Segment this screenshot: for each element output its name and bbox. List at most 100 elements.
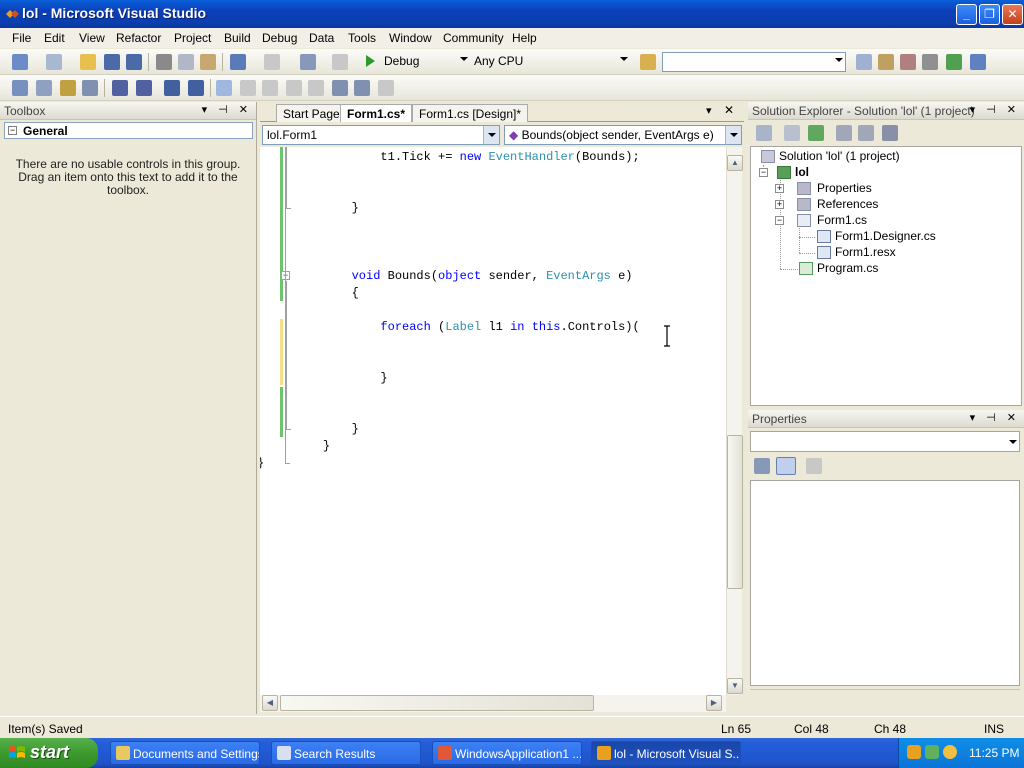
- properties-icon[interactable]: [756, 125, 772, 141]
- close-document-icon[interactable]: ✕: [724, 103, 734, 117]
- menu-file[interactable]: File: [12, 28, 31, 45]
- object-selector-dropdown[interactable]: [750, 431, 1020, 452]
- solution-explorer-icon[interactable]: [856, 54, 872, 70]
- collapse-icon[interactable]: −: [775, 216, 784, 225]
- alphabetical-icon[interactable]: [776, 457, 796, 475]
- cut-icon[interactable]: [156, 54, 172, 70]
- active-files-dropdown-icon[interactable]: ▾: [706, 104, 712, 117]
- code-line-text: foreach (Label l1 in this.Controls)(: [380, 320, 640, 334]
- redo-icon[interactable]: [264, 54, 280, 70]
- new-project-icon[interactable]: [12, 54, 28, 70]
- previous-bookmark-icon[interactable]: [240, 80, 256, 96]
- close-button[interactable]: ✕: [1002, 4, 1023, 25]
- tray-network-icon[interactable]: [925, 745, 939, 759]
- object-browser-icon[interactable]: [900, 54, 916, 70]
- solution-explorer-header-buttons[interactable]: ▾ ⊣ ✕: [970, 103, 1020, 116]
- quick-info-icon[interactable]: [60, 80, 76, 96]
- scroll-left-icon[interactable]: ◀: [262, 695, 278, 711]
- save-all-icon[interactable]: [126, 54, 142, 70]
- uncomment-icon[interactable]: [188, 80, 204, 96]
- menu-build[interactable]: Build: [224, 28, 251, 45]
- collapse-icon[interactable]: −: [759, 168, 768, 177]
- menu-refactor[interactable]: Refactor: [116, 28, 161, 45]
- property-grid[interactable]: [750, 480, 1020, 686]
- view-class-diagram-icon[interactable]: [882, 125, 898, 141]
- menu-community[interactable]: Community: [443, 28, 504, 45]
- solution-platform-dropdown[interactable]: Any CPU: [470, 52, 630, 72]
- minimize-button[interactable]: _: [956, 4, 977, 25]
- menu-data[interactable]: Data: [309, 28, 334, 45]
- properties-window-icon[interactable]: [878, 54, 894, 70]
- start-button[interactable]: start: [0, 738, 98, 768]
- menu-view[interactable]: View: [79, 28, 105, 45]
- menu-edit[interactable]: Edit: [44, 28, 65, 45]
- start-page-icon[interactable]: [946, 54, 962, 70]
- expand-icon[interactable]: +: [775, 184, 784, 193]
- toolbox-icon[interactable]: [922, 54, 938, 70]
- scroll-down-icon[interactable]: ▼: [727, 678, 743, 694]
- expand-icon[interactable]: +: [775, 200, 784, 209]
- taskbar-button-search[interactable]: Search Results: [271, 741, 421, 765]
- tab-form1-cs[interactable]: Form1.cs*: [340, 104, 413, 122]
- code-line: foreach (Label l1 in this.Controls)(: [294, 320, 640, 334]
- copy-icon[interactable]: [178, 54, 194, 70]
- menu-help[interactable]: Help: [512, 28, 537, 45]
- navigate-forward-icon[interactable]: [332, 54, 348, 70]
- taskbar-button-lol-visual-studio[interactable]: lol - Microsoft Visual S...: [591, 741, 741, 765]
- restore-button[interactable]: ❐: [979, 4, 1000, 25]
- save-icon[interactable]: [104, 54, 120, 70]
- taskbar-button-documents[interactable]: Documents and Settings: [110, 741, 260, 765]
- tab-form1-design[interactable]: Form1.cs [Design]*: [412, 104, 529, 122]
- command-window-icon[interactable]: [970, 54, 986, 70]
- horizontal-scroll-thumb[interactable]: [280, 695, 594, 711]
- menu-debug[interactable]: Debug: [262, 28, 297, 45]
- navigate-backward-icon[interactable]: [300, 54, 316, 70]
- add-item-icon[interactable]: [46, 54, 62, 70]
- taskbar-button-windowsapplication1[interactable]: WindowsApplication1 ...: [432, 741, 582, 765]
- property-pages-icon[interactable]: [806, 458, 822, 474]
- tray-app-icon[interactable]: [907, 745, 921, 759]
- clear-bookmarks-icon[interactable]: [378, 80, 394, 96]
- properties-header-buttons[interactable]: ▾ ⊣ ✕: [970, 411, 1020, 424]
- refresh-icon[interactable]: [808, 125, 824, 141]
- view-code-icon[interactable]: [836, 125, 852, 141]
- comment-out-icon[interactable]: [164, 80, 180, 96]
- toggle-bookmark-icon[interactable]: [216, 80, 232, 96]
- code-editor[interactable]: − t1.Tick += new EventHandler(Bounds); }…: [260, 147, 726, 695]
- class-dropdown[interactable]: lol.Form1: [262, 125, 500, 145]
- tab-label: Start Page: [283, 107, 340, 121]
- tab-start-page[interactable]: Start Page: [276, 104, 347, 122]
- solution-configuration-dropdown[interactable]: Debug: [380, 52, 470, 72]
- view-designer-icon[interactable]: [858, 125, 874, 141]
- open-file-icon[interactable]: [80, 54, 96, 70]
- show-all-files-icon[interactable]: [784, 125, 800, 141]
- display-object-member-list-icon[interactable]: [12, 80, 28, 96]
- menu-window[interactable]: Window: [389, 28, 432, 45]
- next-bookmark-folder-icon[interactable]: [308, 80, 324, 96]
- toolbox-header-buttons[interactable]: ▾ ⊣ ✕: [202, 103, 252, 116]
- categorized-icon[interactable]: [754, 458, 770, 474]
- complete-word-icon[interactable]: [82, 80, 98, 96]
- start-debugging-icon[interactable]: [364, 54, 376, 68]
- increase-indent-icon[interactable]: [136, 80, 152, 96]
- paste-icon[interactable]: [200, 54, 216, 70]
- find-combo[interactable]: [662, 52, 846, 72]
- editor-horizontal-scrollbar[interactable]: ◀ ▶: [260, 695, 726, 712]
- member-dropdown[interactable]: ◆ Bounds(object sender, EventArgs e): [504, 125, 742, 145]
- next-bookmark-icon[interactable]: [262, 80, 278, 96]
- menu-tools[interactable]: Tools: [348, 28, 376, 45]
- toolbox-group-general[interactable]: − General: [4, 122, 253, 139]
- tray-search-icon[interactable]: [943, 745, 957, 759]
- parameter-info-icon[interactable]: [36, 80, 52, 96]
- scroll-up-icon[interactable]: ▲: [727, 155, 743, 171]
- scroll-right-icon[interactable]: ▶: [706, 695, 722, 711]
- editor-vertical-scrollbar[interactable]: ▲ ▼: [726, 147, 743, 695]
- next-bookmark-doc-icon[interactable]: [354, 80, 370, 96]
- menu-project[interactable]: Project: [174, 28, 211, 45]
- previous-bookmark-folder-icon[interactable]: [286, 80, 302, 96]
- find-in-files-icon[interactable]: [640, 54, 656, 70]
- decrease-indent-icon[interactable]: [112, 80, 128, 96]
- vertical-scroll-thumb[interactable]: [727, 435, 743, 589]
- previous-bookmark-doc-icon[interactable]: [332, 80, 348, 96]
- undo-icon[interactable]: [230, 54, 246, 70]
